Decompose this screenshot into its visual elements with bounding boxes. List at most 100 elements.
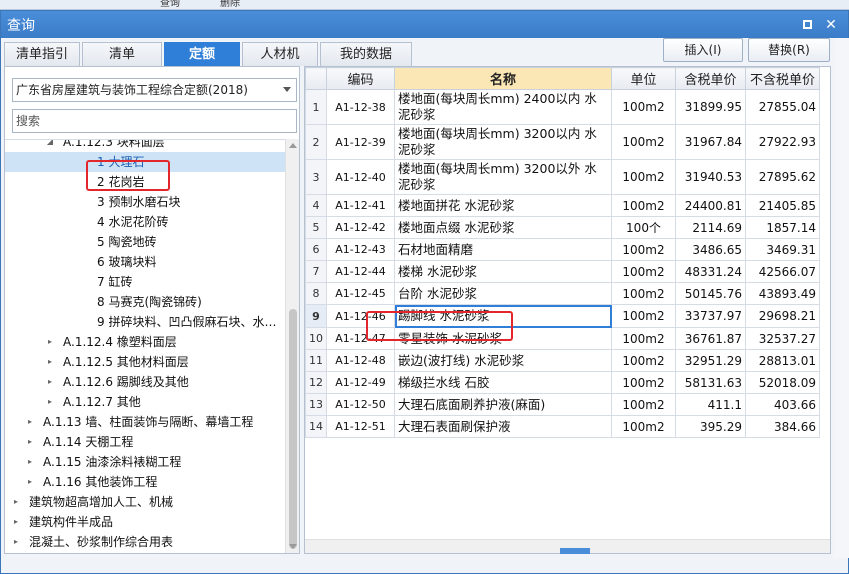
cell-code[interactable]: A1-12-49 <box>326 371 395 394</box>
tree-item[interactable]: ▸ 混凝土、砂浆制作综合用表 <box>5 532 287 552</box>
tree-item[interactable]: ▸ A.1.16 其他装饰工程 <box>5 472 287 492</box>
table-row[interactable]: 4 A1-12-41 楼地面拼花 水泥砂浆 100m2 24400.81 21405.85 <box>305 194 820 217</box>
cell-unit[interactable]: 100m2 <box>611 238 676 261</box>
cell-unit[interactable]: 100m2 <box>611 415 676 438</box>
cell-price-tax[interactable]: 411.1 <box>675 393 746 416</box>
cell-name[interactable]: 楼地面点缀 水泥砂浆 <box>394 216 612 239</box>
cell-price-tax[interactable]: 395.29 <box>675 415 746 438</box>
cell-code[interactable]: A1-12-44 <box>326 260 395 283</box>
expand-icon[interactable]: ▸ <box>45 332 55 352</box>
tab-quota[interactable]: 定额 <box>164 42 240 66</box>
cell-name[interactable]: 楼地面(每块周长mm) 3200以外 水泥砂浆 <box>394 159 612 195</box>
cell-price-notax[interactable]: 29698.21 <box>745 304 820 328</box>
cell-price-notax[interactable]: 32537.27 <box>745 327 820 350</box>
cell-price-tax[interactable]: 36761.87 <box>675 327 746 350</box>
tree-item[interactable]: ▸ A.1.12.7 其他 <box>5 392 287 412</box>
tree-item[interactable]: ▸ A.1.14 天棚工程 <box>5 432 287 452</box>
table-row[interactable]: 11 A1-12-48 嵌边(波打线) 水泥砂浆 100m2 32951.29 28813… <box>305 349 820 372</box>
row-index[interactable]: 5 <box>305 216 327 239</box>
cell-unit[interactable]: 100m2 <box>611 349 676 372</box>
cell-code[interactable]: A1-12-38 <box>326 89 395 125</box>
cell-name[interactable]: 石材地面精磨 <box>394 238 612 261</box>
cell-code[interactable]: A1-12-45 <box>326 282 395 305</box>
tree-item[interactable]: ▸ 建筑构件半成品 <box>5 512 287 532</box>
cell-name[interactable]: 楼地面拼花 水泥砂浆 <box>394 194 612 217</box>
scroll-down-icon[interactable] <box>289 544 297 549</box>
cell-name[interactable]: 梯级拦水线 石胶 <box>394 371 612 394</box>
tree-item[interactable]: 9 拼碎块料、凹凸假麻石块、水… <box>5 312 287 332</box>
row-index[interactable]: 10 <box>305 327 327 350</box>
expand-icon[interactable]: ▸ <box>11 512 21 532</box>
column-header-name[interactable]: 名称 <box>394 67 612 90</box>
cell-unit[interactable]: 100m2 <box>611 124 676 160</box>
row-index[interactable]: 9 <box>305 304 327 328</box>
replace-button[interactable]: 替换(R) <box>748 38 830 62</box>
tab-labor-material[interactable]: 人材机 <box>242 42 318 66</box>
cell-price-notax[interactable]: 384.66 <box>745 415 820 438</box>
tab-my-data[interactable]: 我的数据 <box>320 42 412 66</box>
tab-bill-guide[interactable]: 清单指引 <box>4 42 80 66</box>
cell-name[interactable]: 台阶 水泥砂浆 <box>394 282 612 305</box>
tree-item[interactable]: ▸ A.1.12.6 踢脚线及其他 <box>5 372 287 392</box>
tree-item[interactable]: 6 玻璃块料 <box>5 252 287 272</box>
cell-code[interactable]: A1-12-42 <box>326 216 395 239</box>
cell-name[interactable]: 楼地面(每块周长mm) 3200以内 水泥砂浆 <box>394 124 612 160</box>
cell-price-tax[interactable]: 2114.69 <box>675 216 746 239</box>
tab-bill[interactable]: 清单 <box>82 42 162 66</box>
cell-price-tax[interactable]: 24400.81 <box>675 194 746 217</box>
cell-code[interactable]: A1-12-39 <box>326 124 395 160</box>
tree-item[interactable]: ◢ A.1.12.3 块料面层 <box>5 140 287 152</box>
cell-price-tax[interactable]: 33737.97 <box>675 304 746 328</box>
cell-price-notax[interactable]: 52018.09 <box>745 371 820 394</box>
row-index[interactable]: 12 <box>305 371 327 394</box>
row-index[interactable]: 2 <box>305 124 327 160</box>
table-row[interactable]: 14 A1-12-51 大理石表面刷保护液 100m2 395.29 384.66 <box>305 415 820 438</box>
cell-price-notax[interactable]: 42566.07 <box>745 260 820 283</box>
cell-unit[interactable]: 100m2 <box>611 89 676 125</box>
cell-unit[interactable]: 100m2 <box>611 327 676 350</box>
expand-icon[interactable]: ▸ <box>45 392 55 412</box>
tree-item[interactable]: ▸ A.1.12.5 其他材料面层 <box>5 352 287 372</box>
tree-search-input[interactable] <box>12 109 297 133</box>
tree-item[interactable]: 3 预制水磨石块 <box>5 192 287 212</box>
cell-unit[interactable]: 100m2 <box>611 393 676 416</box>
cell-price-notax[interactable]: 43893.49 <box>745 282 820 305</box>
tree-item[interactable]: 5 陶瓷地砖 <box>5 232 287 252</box>
cell-price-tax[interactable]: 50145.76 <box>675 282 746 305</box>
column-header-price-notax[interactable]: 不含税单价 <box>745 67 820 90</box>
column-header-code[interactable]: 编码 <box>326 67 395 90</box>
cell-name[interactable]: 大理石表面刷保护液 <box>394 415 612 438</box>
tree-scrollbar[interactable] <box>285 139 299 553</box>
cell-name[interactable]: 楼梯 水泥砂浆 <box>394 260 612 283</box>
cell-price-tax[interactable]: 32951.29 <box>675 349 746 372</box>
table-row[interactable]: 12 A1-12-49 梯级拦水线 石胶 100m2 58131.63 52018.09 <box>305 371 820 394</box>
collapse-icon[interactable]: ◢ <box>45 140 55 152</box>
cell-unit[interactable]: 100m2 <box>611 282 676 305</box>
expand-icon[interactable]: ▸ <box>45 352 55 372</box>
cell-code[interactable]: A1-12-50 <box>326 393 395 416</box>
cell-price-tax[interactable]: 58131.63 <box>675 371 746 394</box>
row-index[interactable]: 11 <box>305 349 327 372</box>
table-row[interactable]: 2 A1-12-39 楼地面(每块周长mm) 3200以内 水泥砂浆 100m2 319… <box>305 124 820 160</box>
cell-unit[interactable]: 100m2 <box>611 194 676 217</box>
insert-button[interactable]: 插入(I) <box>663 38 743 62</box>
table-row[interactable]: 5 A1-12-42 楼地面点缀 水泥砂浆 100个 2114.69 1857.14 <box>305 216 820 239</box>
cell-price-notax[interactable]: 27895.62 <box>745 159 820 195</box>
table-row[interactable]: 3 A1-12-40 楼地面(每块周长mm) 3200以外 水泥砂浆 100m2 319… <box>305 159 820 195</box>
tree-item[interactable]: 8 马赛克(陶瓷锦砖) <box>5 292 287 312</box>
row-index[interactable]: 6 <box>305 238 327 261</box>
tree-item[interactable]: ▸ A.1.13 墙、柱面装饰与隔断、幕墙工程 <box>5 412 287 432</box>
tree-item[interactable]: 4 水泥花阶砖 <box>5 212 287 232</box>
cell-price-tax[interactable]: 31940.53 <box>675 159 746 195</box>
expand-icon[interactable]: ▸ <box>25 432 35 452</box>
table-row[interactable]: 6 A1-12-43 石材地面精磨 100m2 3486.65 3469.31 <box>305 238 820 261</box>
cell-code[interactable]: A1-12-41 <box>326 194 395 217</box>
table-row[interactable]: 1 A1-12-38 楼地面(每块周长mm) 2400以内 水泥砂浆 100m2 318… <box>305 89 820 125</box>
table-row[interactable]: 8 A1-12-45 台阶 水泥砂浆 100m2 50145.76 43893.49 <box>305 282 820 305</box>
close-icon[interactable]: ✕ <box>822 16 840 34</box>
row-index[interactable]: 1 <box>305 89 327 125</box>
cell-price-notax[interactable]: 27922.93 <box>745 124 820 160</box>
row-index[interactable]: 8 <box>305 282 327 305</box>
cell-price-notax[interactable]: 403.66 <box>745 393 820 416</box>
table-row[interactable]: 7 A1-12-44 楼梯 水泥砂浆 100m2 48331.24 42566.07 <box>305 260 820 283</box>
